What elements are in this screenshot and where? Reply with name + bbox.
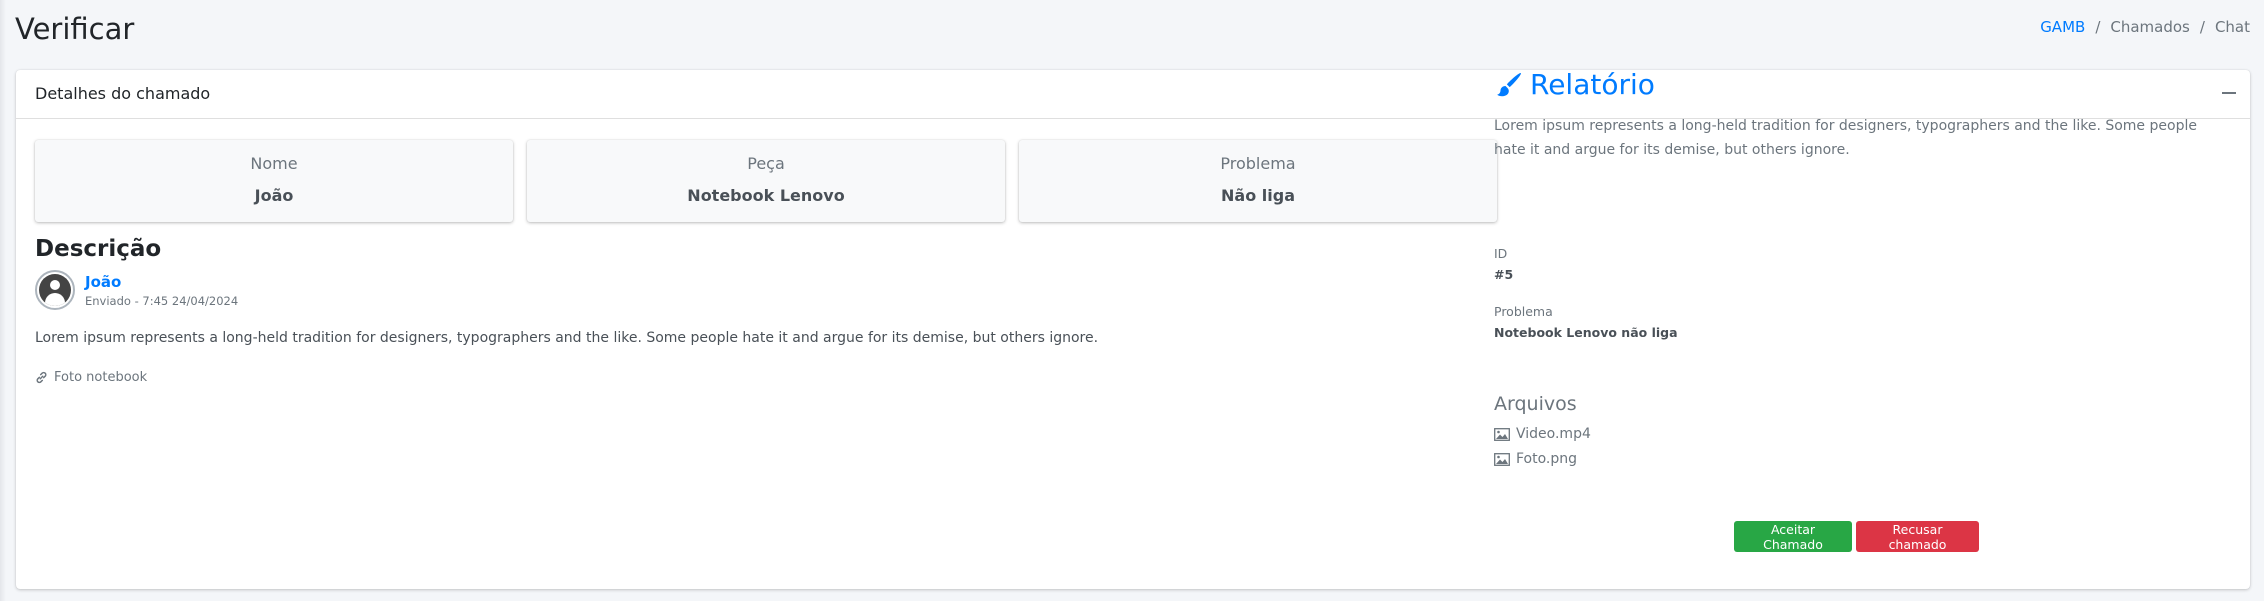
report-text: Lorem ipsum represents a long-held tradi… — [1494, 118, 2197, 158]
sidebar-edge — [0, 0, 6, 601]
info-box-label: Problema — [1220, 154, 1296, 173]
info-box-nome: Nome João — [35, 140, 513, 222]
breadcrumb-item-chamados: Chamados — [2110, 18, 2190, 36]
reject-ticket-button[interactable]: Recusar chamado — [1856, 521, 1979, 552]
info-box-value: Notebook Lenovo — [687, 186, 845, 205]
files-title: Arquivos — [1494, 393, 1577, 415]
file-item-foto[interactable]: Foto.png — [1494, 451, 1577, 467]
report-problem-label: Problema — [1494, 304, 1553, 319]
image-icon — [1494, 452, 1510, 466]
info-box-value: Não liga — [1221, 186, 1295, 205]
file-item-video[interactable]: Video.mp4 — [1494, 426, 1591, 442]
card-title: Detalhes do chamado — [35, 84, 211, 103]
report-title: Relatório — [1494, 68, 1655, 101]
report-problem-value: Notebook Lenovo não liga — [1494, 325, 1678, 340]
avatar — [35, 270, 75, 310]
info-box-label: Peça — [747, 154, 785, 173]
breadcrumb: GAMB / Chamados / Chat — [2040, 18, 2250, 36]
accept-ticket-button[interactable]: Aceitar Chamado — [1734, 521, 1852, 552]
card-header: Detalhes do chamado — [16, 70, 2250, 119]
link-icon — [36, 371, 47, 384]
report-id-value: #5 — [1494, 267, 1514, 282]
paintbrush-icon — [1497, 72, 1521, 96]
attachment-label: Foto notebook — [54, 370, 148, 385]
image-icon — [1494, 427, 1510, 441]
info-box-label: Nome — [250, 154, 298, 173]
info-box-value: João — [254, 186, 294, 205]
breadcrumb-separator: / — [2095, 18, 2101, 36]
breadcrumb-item-gamb[interactable]: GAMB — [2040, 18, 2085, 36]
file-name: Foto.png — [1516, 451, 1578, 467]
message-meta: Enviado - 7:45 24/04/2024 — [85, 294, 239, 308]
collapse-button[interactable] — [2216, 80, 2242, 106]
minus-icon — [2222, 92, 2236, 94]
attachment-link[interactable]: Foto notebook — [35, 370, 147, 385]
user-icon — [39, 274, 71, 306]
file-name: Video.mp4 — [1516, 426, 1591, 442]
breadcrumb-item-chat: Chat — [2214, 18, 2250, 36]
description-title: Descrição — [35, 236, 162, 262]
info-box-problema: Problema Não liga — [1019, 140, 1497, 222]
page-title: Verificar — [15, 12, 135, 46]
content-header: Verificar GAMB / Chamados / Chat — [0, 0, 2264, 62]
report-id-label: ID — [1494, 246, 1508, 261]
user-name-link[interactable]: João — [85, 273, 121, 291]
breadcrumb-separator: / — [2199, 18, 2205, 36]
description-text: Lorem ipsum represents a long-held tradi… — [35, 330, 1099, 346]
info-box-peca: Peça Notebook Lenovo — [527, 140, 1005, 222]
report-title-text: Relatório — [1530, 68, 1655, 101]
